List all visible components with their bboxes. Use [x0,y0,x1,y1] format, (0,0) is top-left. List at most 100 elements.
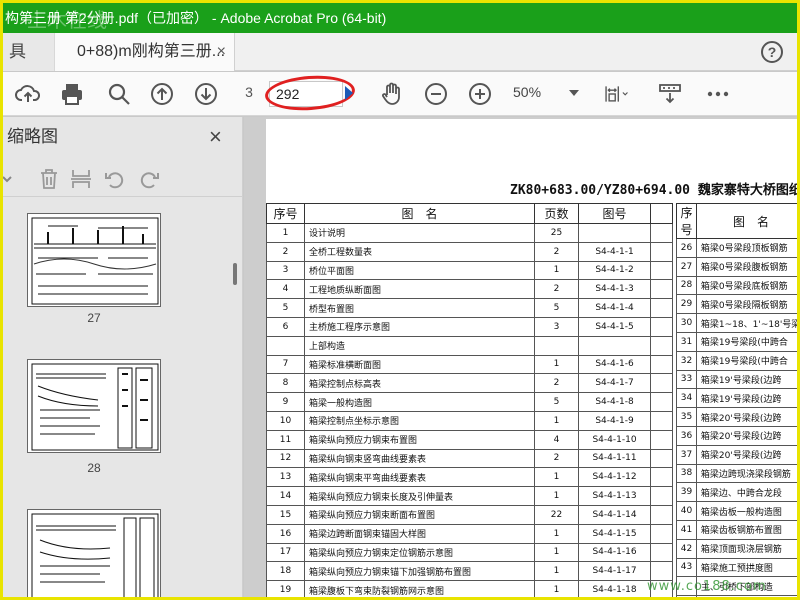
hand-icon[interactable] [379,81,405,107]
table-cell: 12 [266,448,305,469]
rotate-left-icon[interactable] [103,167,127,191]
drawing-name-cell: 箱梁纵向预应力钢束长度及引伸量表 [304,486,535,506]
table-cell: 8 [266,373,305,394]
drawing-name-cell: 箱梁1~18、1'~18'号梁 [695,313,797,333]
table-row: 8 箱梁控制点标高表 2 S4-4-1-7 [266,373,673,394]
table-cell: S4-4-1-14 [578,504,651,525]
table-cell: 22 [534,504,579,525]
drawing-name-cell: 主桥施工程序示意图 [304,316,535,337]
table-cell: 1 [534,561,579,582]
window-frame: 构第三册 第2分册.pdf（已加密） - Adobe Acrobat Pro (… [0,0,800,600]
zoom-select[interactable]: 50% [513,84,583,100]
cursor-marker-icon [345,86,353,100]
scroll-mode-icon[interactable] [657,81,683,107]
fit-page-icon[interactable] [603,81,637,107]
blank-cell [650,448,673,469]
blank-cell [650,354,673,375]
drawing-index-table-left: 序号 图 名 页数 图号 1 设计说明 25 2 全桥工程数量表 2 S4-4-1-1 3 桥位… [266,203,673,597]
document-viewport[interactable]: ZK80+683.00/YZ80+694.00 魏家寨特大桥图纸目 序号 图 名… [244,117,800,597]
table-cell: S4-4-1-17 [578,561,651,582]
table-cell: 39 [676,482,697,503]
table-cell [534,335,579,356]
column-header: 图号 [578,203,651,224]
page-thumbnail[interactable] [27,213,161,307]
table-row: 18 箱梁纵向预应力钢束锚下加强钢筋布置图 1 S4-4-1-17 [266,561,673,582]
document-page: ZK80+683.00/YZ80+694.00 魏家寨特大桥图纸目 序号 图 名… [266,119,800,597]
table-cell: S4-4-1-13 [578,486,651,506]
page-thumbnail[interactable] [27,509,161,597]
table-row: 16 箱梁边跨断面钢束锚固大样图 1 S4-4-1-15 [266,523,673,544]
table-cell: 5 [266,298,305,318]
table-row: 42 箱梁顶面现浇层钢筋 [676,538,797,559]
drawing-name-cell: 箱梁0号梁段顶板钢筋 [695,238,797,258]
blank-cell [650,316,673,337]
sidebar-scrollbar[interactable] [233,263,237,285]
table-cell: 7 [266,354,305,375]
help-icon[interactable]: ? [761,41,783,63]
drawing-name-cell: 箱梁纵向预应力钢束定位钢筋示意图 [304,542,535,563]
table-row: 6 主桥施工程序示意图 3 S4-4-1-5 [266,316,673,337]
drawing-name-cell: 箱梁0号梁段底板钢筋 [695,275,797,296]
table-row: 34 箱梁19'号梁段(边跨 [676,388,797,409]
zoom-in-icon[interactable] [467,81,493,107]
blank-cell [650,523,673,544]
blank-column-header [650,203,673,224]
table-row: 1 设计说明 25 [266,223,673,243]
tab-tools[interactable]: 具 [3,33,55,71]
thumbnail-label: 28 [87,461,101,475]
sidebar-close-icon[interactable]: × [209,117,222,157]
table-cell: 1 [534,410,579,431]
next-page-icon[interactable] [193,81,219,107]
column-header: 序号 [676,203,697,239]
blank-cell [650,260,673,281]
table-cell: 5 [534,298,579,318]
table-cell: 43 [676,557,697,578]
table-cell: S4-4-1-18 [578,580,651,597]
print-icon[interactable] [59,81,85,107]
table-row: 44桥台基础处理表 [676,595,797,597]
blank-cell [650,279,673,300]
page-thumbnail[interactable] [27,359,161,453]
table-cell: 1 [534,467,579,488]
tab-tools-label: 具 [9,42,26,61]
zoom-value: 50% [513,84,542,100]
rotate-right-icon[interactable] [137,167,161,191]
more-icon[interactable] [705,81,731,107]
delete-icon[interactable] [37,167,61,191]
blank-cell [650,392,673,412]
tab-document-label: 0+88)m刚构第三册... [77,43,226,60]
table-cell: 1 [534,580,579,597]
table-cell [578,335,651,356]
table-cell: S4-4-1-1 [578,241,651,262]
drawing-name-cell: 箱梁纵向预应力钢束锚下加强钢筋布置图 [304,561,535,582]
blank-cell [650,467,673,488]
search-icon[interactable] [106,81,132,107]
close-icon[interactable]: × [217,33,226,71]
table-row: 14 箱梁纵向预应力钢束长度及引伸量表 1 S4-4-1-13 [266,486,673,506]
table-cell: 30 [676,313,697,333]
drawing-name-cell: 箱梁20'号梁段(边跨 [695,425,797,446]
drawing-name-cell: 箱梁施工预拱度图 [695,557,797,578]
tab-document[interactable]: 0+88)m刚构第三册... × [55,33,235,71]
table-row: 27 箱梁0号梁段腹板钢筋 [676,256,797,277]
table-row: 30 箱梁1~18、1'~18'号梁 [676,313,797,333]
table-cell: 1 [534,260,579,281]
column-header: 图 名 [304,203,535,224]
zoom-out-icon[interactable] [423,81,449,107]
table-cell: 1 [534,523,579,544]
drawing-name-cell: 箱梁纵向钢束竖弯曲线要素表 [304,448,535,469]
watermark-logo: 土木在线 [27,8,107,32]
drawing-name-cell: 箱梁0号梁段隔板钢筋 [695,294,797,315]
document-title: ZK80+683.00/YZ80+694.00 魏家寨特大桥图纸目 [510,183,800,198]
prev-page-icon[interactable] [149,81,175,107]
blank-cell [650,241,673,262]
table-row: 32 箱梁19号梁段(中跨合 [676,350,797,371]
chevron-down-icon[interactable] [3,167,12,191]
drawing-name-cell: 箱梁纵向预应力钢束断面布置图 [304,504,535,525]
extract-pages-icon[interactable] [69,167,93,191]
table-row: 15 箱梁纵向预应力钢束断面布置图 22 S4-4-1-14 [266,504,673,525]
table-row: 31 箱梁19号梁段(中跨合 [676,331,797,352]
upload-icon[interactable] [15,81,41,107]
table-row: 19 箱梁腹板下弯束防裂钢筋网示意图 1 S4-4-1-18 [266,580,673,597]
drawing-name-cell: 上部构造 [304,335,535,356]
